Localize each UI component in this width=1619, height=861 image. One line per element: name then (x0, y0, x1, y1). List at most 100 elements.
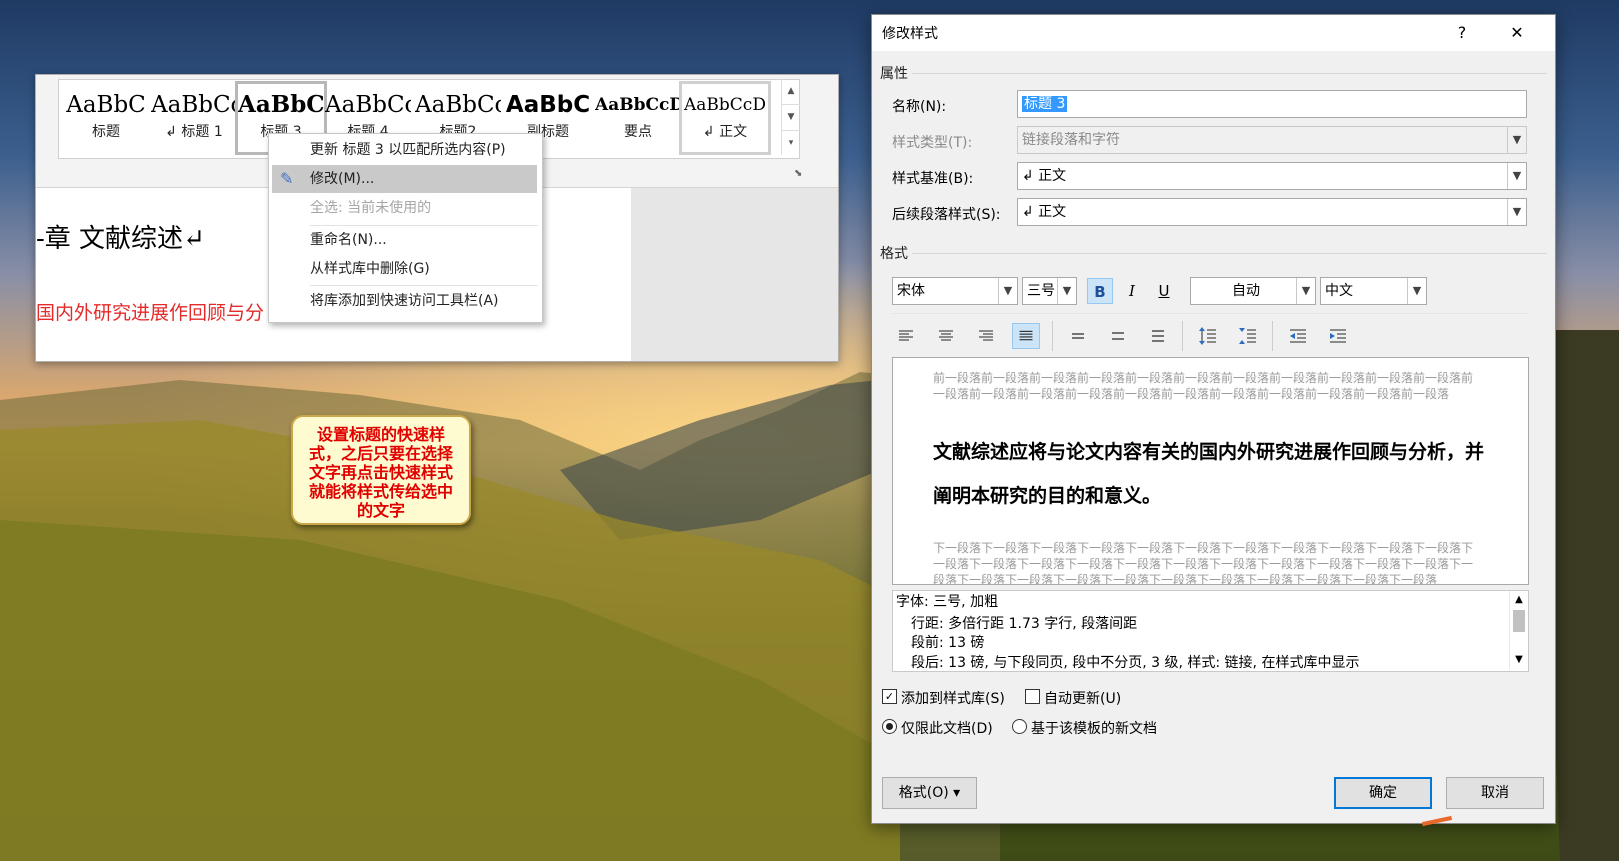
align-left-icon[interactable] (892, 323, 920, 349)
name-input[interactable]: 标题 3 (1017, 90, 1527, 118)
chevron-down-icon: ▼ (998, 278, 1017, 304)
format-section-label: 格式 (880, 246, 908, 262)
menu-item-remove-from-gallery[interactable]: 从样式库中删除(G) (269, 255, 542, 283)
menu-item-rename[interactable]: 重命名(N)... (269, 226, 542, 254)
gallery-preview: AaBbCc (325, 92, 411, 118)
double-spacing-icon[interactable] (1144, 323, 1172, 349)
increase-paragraph-spacing-icon[interactable] (1194, 323, 1222, 349)
only-this-document-radio[interactable] (882, 719, 897, 734)
justify-icon (1019, 330, 1033, 341)
bold-button[interactable]: B (1087, 278, 1113, 304)
scroll-up-icon[interactable]: ▲ (1510, 591, 1528, 609)
toolbar-divider (1272, 321, 1273, 351)
font-value: 宋体 (897, 283, 925, 299)
menu-item-update-style[interactable]: 更新 标题 3 以匹配所选内容(P) (269, 136, 542, 164)
dialog-titlebar: 修改样式 ? ✕ (872, 15, 1555, 51)
auto-update-label: 自动更新(U) (1044, 691, 1122, 707)
gallery-scroll-up-icon[interactable]: ▲ (782, 79, 800, 105)
section-divider (912, 73, 1547, 74)
styles-dialog-launcher-icon[interactable]: ⬊ (794, 168, 802, 179)
radio-dot (886, 723, 893, 730)
following-style-select[interactable]: ↲ 正文 ▼ (1017, 198, 1527, 226)
properties-section-label: 属性 (880, 66, 908, 82)
chevron-down-icon: ▼ (1507, 199, 1526, 225)
description-scrollbar[interactable]: ▲ ▼ (1509, 591, 1528, 669)
help-icon[interactable]: ? (1442, 19, 1482, 47)
following-style-label: 后续段落样式(S): (892, 207, 1001, 223)
style-type-label: 样式类型(T): (892, 135, 973, 151)
close-icon[interactable]: ✕ (1497, 19, 1537, 47)
style-context-menu: 更新 标题 3 以匹配所选内容(P) ✎ 修改(M)... 全选: 当前未使用的… (268, 133, 543, 323)
chevron-down-icon: ▼ (1296, 278, 1315, 304)
dialog-title: 修改样式 (882, 26, 938, 42)
add-to-gallery-label: 添加到样式库(S) (901, 691, 1005, 707)
chevron-down-icon: ▼ (1407, 278, 1426, 304)
description-line: 行距: 多倍行距 1.73 字行, 段落间距 (911, 615, 1138, 632)
menu-separator (310, 285, 538, 286)
font-size-select[interactable]: 三号 ▼ (1022, 277, 1077, 305)
menu-item-modify-label: 修改(M)... (310, 171, 375, 187)
gallery-item-heading-1[interactable]: AaBbCc ↲ 标题 1 (151, 84, 237, 152)
add-to-gallery-checkbox[interactable]: ✓ (882, 689, 897, 704)
ok-button[interactable]: 确定 (1334, 777, 1432, 809)
style-based-on-label: 样式基准(B): (892, 171, 974, 187)
toolbar-divider (892, 313, 1527, 314)
preview-sample-text: 文献综述应将与论文内容有关的国内外研究进展作回顾与分析，并阐明本研究的目的和意义… (933, 441, 1485, 507)
justify-button[interactable] (1012, 323, 1040, 349)
align-center-icon[interactable] (932, 323, 960, 349)
font-color-value: 自动 (1232, 283, 1260, 299)
gallery-preview: AaBbCc (415, 92, 501, 118)
style-based-on-select[interactable]: ↲ 正文 ▼ (1017, 162, 1527, 190)
font-color-select[interactable]: 自动 ▼ (1190, 277, 1316, 305)
gallery-preview: AaBbCcD (595, 95, 681, 115)
script-value: 中文 (1325, 283, 1353, 299)
single-spacing-icon[interactable] (1064, 323, 1092, 349)
description-line: 段后: 13 磅, 与下段同页, 段中不分页, 3 级, 样式: 链接, 在样式… (911, 654, 1360, 671)
new-documents-label: 基于该模板的新文档 (1031, 721, 1157, 737)
style-type-value: 链接段落和字符 (1022, 132, 1120, 148)
gallery-preview: AaBbC (505, 92, 591, 118)
gallery-more-icon[interactable]: ▾ (782, 131, 800, 156)
scroll-down-icon[interactable]: ▼ (1510, 651, 1528, 669)
decrease-indent-icon[interactable] (1284, 323, 1312, 349)
cancel-button[interactable]: 取消 (1446, 777, 1544, 809)
name-input-value: 标题 3 (1022, 96, 1068, 112)
gallery-preview: AaBbC (238, 91, 324, 118)
gallery-scroll: ▲ ▼ ▾ (781, 79, 800, 155)
new-documents-radio[interactable] (1012, 719, 1027, 734)
chevron-down-icon: ▼ (1507, 127, 1526, 153)
scroll-thumb[interactable] (1513, 610, 1525, 632)
auto-update-checkbox[interactable] (1025, 689, 1040, 704)
script-select[interactable]: 中文 ▼ (1320, 277, 1427, 305)
italic-button[interactable]: I (1119, 278, 1145, 304)
toolbar-divider (1052, 321, 1053, 351)
menu-item-add-to-qat[interactable]: 将库添加到快速访问工具栏(A) (269, 287, 542, 315)
one-half-spacing-icon[interactable] (1104, 323, 1132, 349)
menu-item-select-all-unused: 全选: 当前未使用的 (310, 200, 432, 216)
gallery-item-title[interactable]: AaBbC 标题 (63, 84, 149, 152)
gallery-item-body[interactable]: AaBbCcD ↲ 正文 (679, 81, 771, 155)
gallery-item-label: ↲ 标题 1 (165, 124, 223, 140)
description-line: 段前: 13 磅 (911, 635, 985, 651)
decrease-paragraph-spacing-icon[interactable] (1234, 323, 1262, 349)
underline-button[interactable]: U (1151, 278, 1177, 304)
gallery-preview: AaBbCcD (684, 95, 766, 115)
toolbar-divider (1182, 321, 1183, 351)
font-size-value: 三号 (1027, 283, 1055, 299)
document-heading: -章 文献综述↵ (36, 224, 205, 254)
tip-callout: 设置标题的快速样式，之后只要在选择文字再点击快速样式就能将样式传给选中的文字 (291, 415, 471, 525)
style-type-select: 链接段落和字符 ▼ (1017, 126, 1527, 154)
chevron-down-icon: ▼ (1057, 278, 1076, 304)
menu-item-modify[interactable]: ✎ 修改(M)... (272, 165, 537, 193)
align-right-icon[interactable] (972, 323, 1000, 349)
preview-previous-paragraph: 前一段落前一段落前一段落前一段落前一段落前一段落前一段落前一段落前一段落前一段落… (933, 371, 1474, 401)
font-select[interactable]: 宋体 ▼ (892, 277, 1018, 305)
format-menu-button[interactable]: 格式(O) ▾ (882, 777, 977, 809)
gallery-item-key-point[interactable]: AaBbCcD 要点 (595, 84, 681, 152)
gallery-preview: AaBbC (66, 92, 146, 118)
increase-indent-icon[interactable] (1324, 323, 1352, 349)
gallery-preview: AaBbCc (151, 92, 237, 118)
chevron-down-icon: ▼ (1507, 163, 1526, 189)
gallery-scroll-down-icon[interactable]: ▼ (782, 105, 800, 131)
gallery-item-label: ↲ 正文 (702, 124, 748, 140)
